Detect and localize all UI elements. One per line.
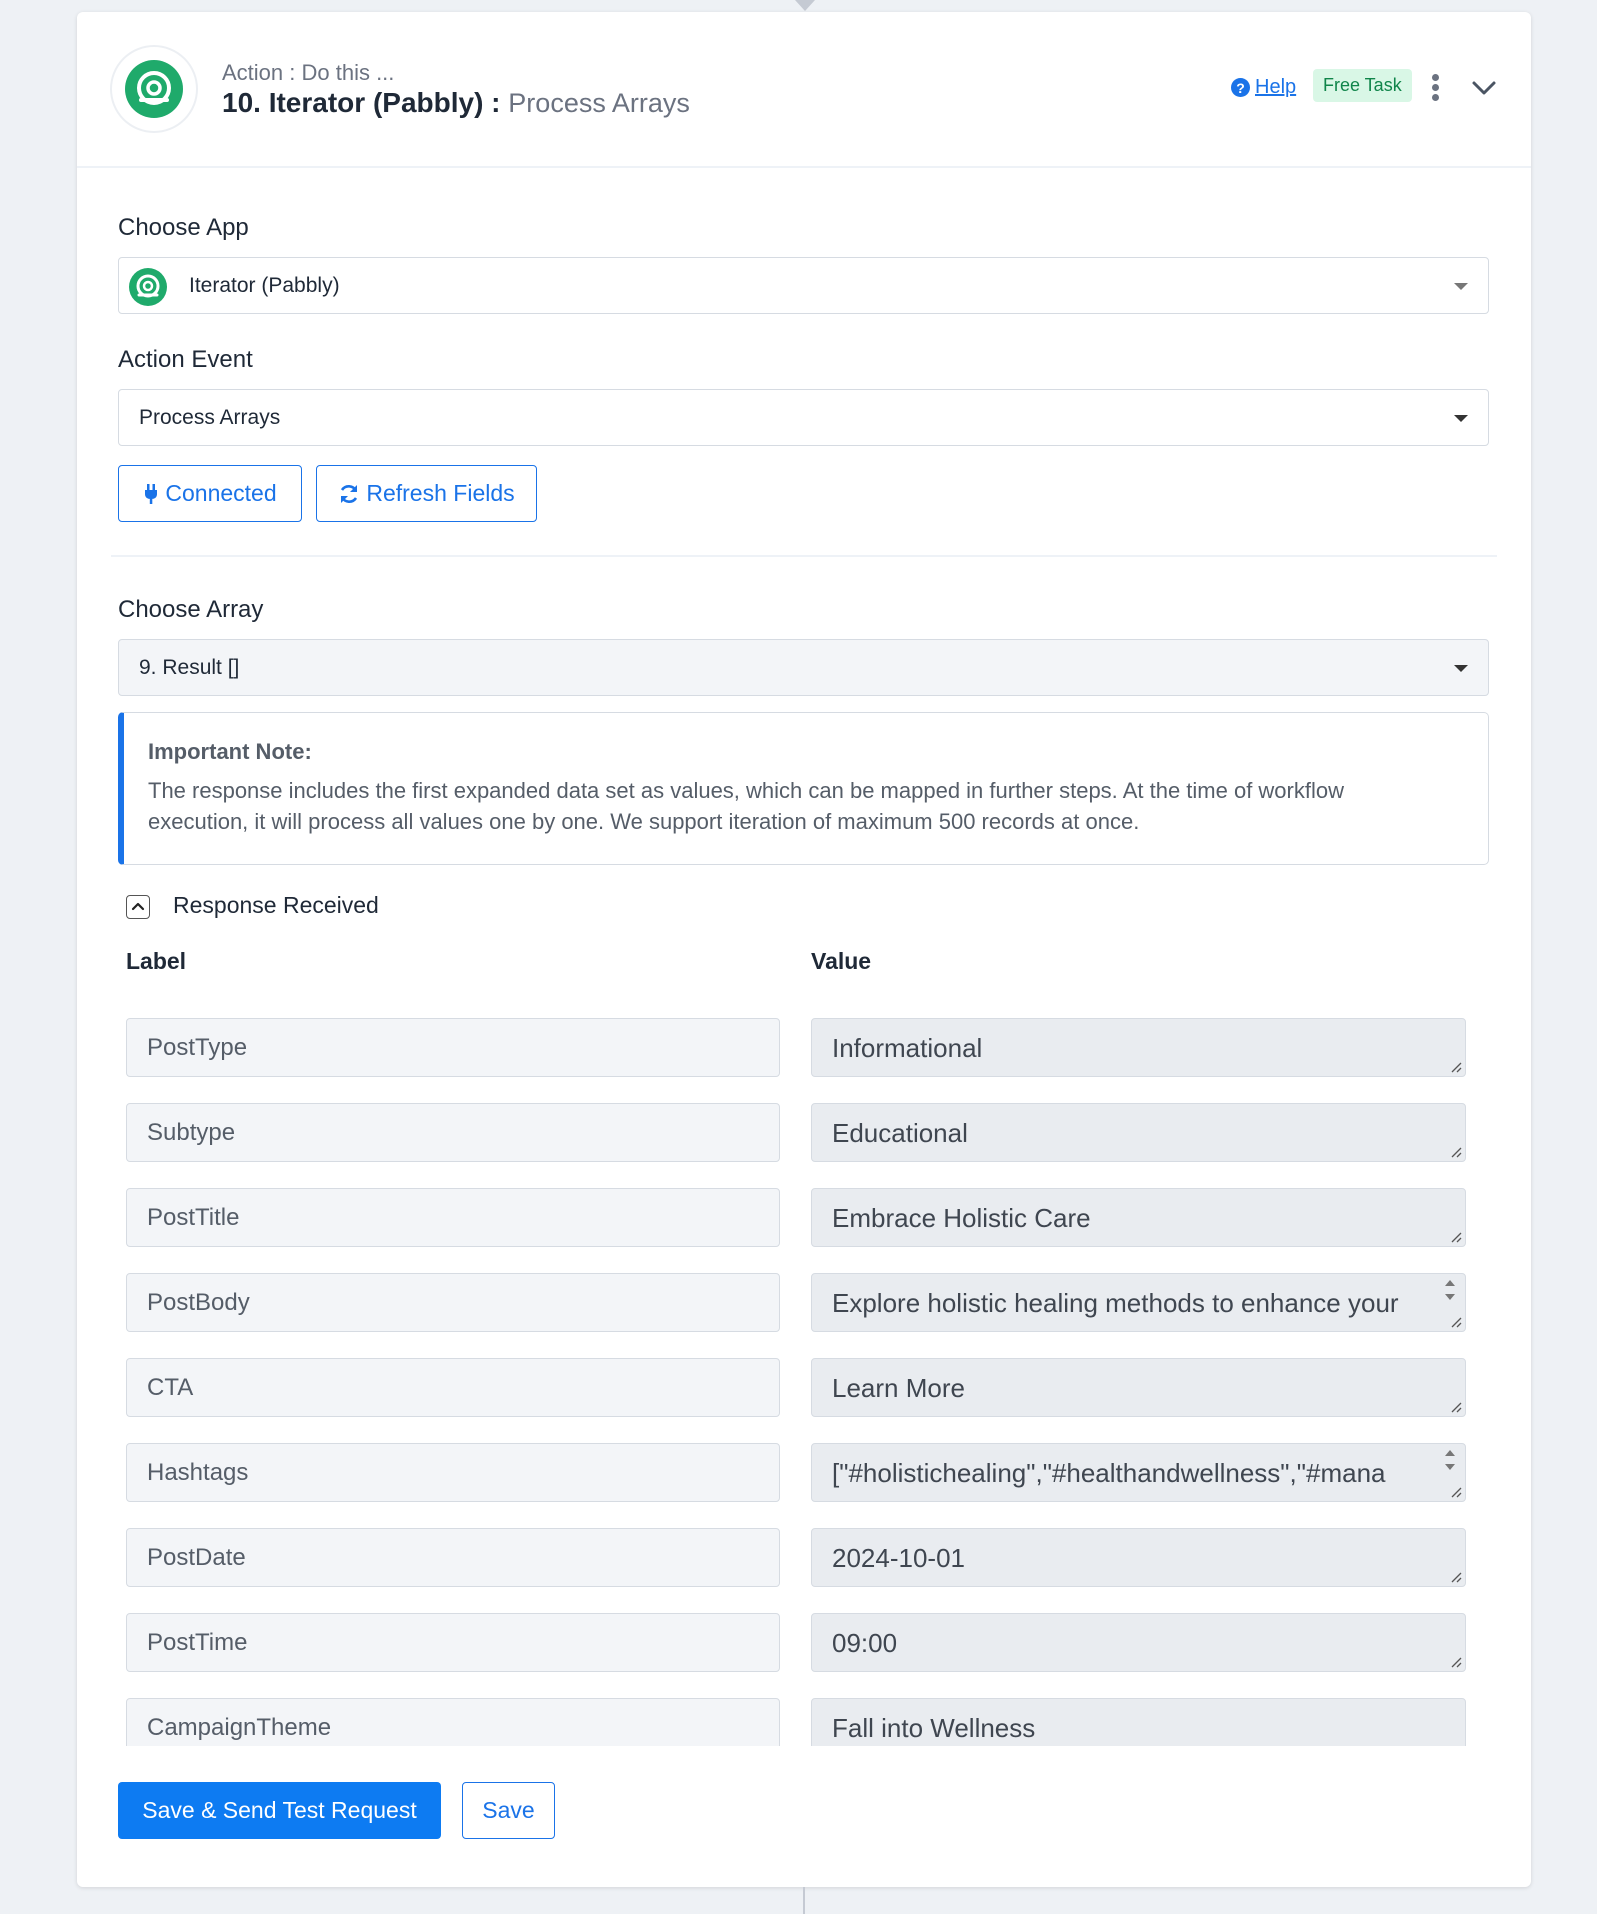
step-title: 10. Iterator (Pabbly) : Process Arrays (222, 87, 690, 119)
save-send-test-button[interactable]: Save & Send Test Request (118, 1782, 441, 1839)
row-value-field[interactable]: Explore holistic healing methods to enha… (811, 1273, 1466, 1332)
iterator-logo-icon (125, 60, 183, 118)
response-row: CampaignTheme Fall into Wellness (111, 1698, 1491, 1746)
row-value-text: Educational (832, 1118, 968, 1148)
row-value-field[interactable]: 2024-10-01 (811, 1528, 1466, 1587)
save-button[interactable]: Save (462, 1782, 555, 1839)
response-row: PostTime 09:00 (111, 1613, 1491, 1673)
scroll-spinner-icon[interactable] (1443, 1277, 1457, 1303)
row-value-text: Learn More (832, 1373, 965, 1403)
response-list: PostType Informational Subtype Education… (111, 1002, 1511, 1746)
response-row: Subtype Educational (111, 1103, 1491, 1163)
value-column-header: Value (811, 948, 872, 974)
response-row: CTA Learn More (111, 1358, 1491, 1418)
iterator-small-logo-icon (129, 268, 167, 306)
row-value-text: ["#holistichealing","#healthandwellness"… (832, 1458, 1386, 1488)
dropdown-caret-icon (1454, 665, 1468, 672)
refresh-fields-label: Refresh Fields (366, 480, 515, 506)
row-label-field[interactable]: PostDate (126, 1528, 780, 1587)
row-value-field[interactable]: Educational (811, 1103, 1466, 1162)
action-event-label: Action Event (118, 346, 253, 373)
row-value-text: 09:00 (832, 1628, 898, 1658)
row-label-field[interactable]: CampaignTheme (126, 1698, 780, 1746)
choose-array-select[interactable]: 9. Result [] (118, 639, 1489, 696)
flow-connector-bottom (803, 1887, 805, 1914)
resize-handle-icon[interactable] (1450, 1231, 1462, 1243)
row-value-text: Embrace Holistic Care (832, 1203, 1091, 1233)
chevron-up-icon (131, 902, 145, 911)
app-logo-ring (110, 45, 198, 133)
resize-handle-icon[interactable] (1450, 1061, 1462, 1073)
plug-icon (145, 483, 158, 504)
help-link[interactable]: ? Help (1231, 76, 1296, 99)
row-label-field[interactable]: PostBody (126, 1273, 780, 1332)
scroll-spinner-icon[interactable] (1443, 1447, 1457, 1473)
resize-handle-icon[interactable] (1450, 1656, 1462, 1668)
more-options-icon[interactable] (1429, 74, 1441, 102)
resize-handle-icon[interactable] (1450, 1401, 1462, 1413)
connected-label: Connected (165, 480, 277, 506)
response-row: PostTitle Embrace Holistic Care (111, 1188, 1491, 1248)
note-title: Important Note: (148, 739, 312, 764)
response-row: PostBody Explore holistic healing method… (111, 1273, 1491, 1333)
row-value-field[interactable]: Embrace Holistic Care (811, 1188, 1466, 1247)
response-collapse-toggle[interactable] (126, 895, 150, 919)
row-value-text: Fall into Wellness (832, 1713, 1036, 1743)
flow-connector-top (795, 0, 815, 11)
collapse-chevron-icon[interactable] (1471, 78, 1497, 98)
choose-app-label: Choose App (118, 214, 249, 241)
row-value-text: Explore holistic healing methods to enha… (832, 1288, 1399, 1318)
label-column-header: Label (126, 948, 187, 974)
row-value-field[interactable]: ["#holistichealing","#healthandwellness"… (811, 1443, 1466, 1502)
question-circle-icon: ? (1231, 78, 1250, 97)
row-value-field[interactable]: Learn More (811, 1358, 1466, 1417)
step-subtitle: Action : Do this ... (222, 60, 395, 85)
row-value-field[interactable]: Informational (811, 1018, 1466, 1077)
row-value-field[interactable]: 09:00 (811, 1613, 1466, 1672)
row-value-field[interactable]: Fall into Wellness (811, 1698, 1466, 1746)
row-label-field[interactable]: Subtype (126, 1103, 780, 1162)
resize-handle-icon[interactable] (1450, 1316, 1462, 1328)
row-label-field[interactable]: PostTitle (126, 1188, 780, 1247)
row-label-field[interactable]: Hashtags (126, 1443, 780, 1502)
resize-handle-icon[interactable] (1450, 1571, 1462, 1583)
choose-array-value: 9. Result [] (139, 656, 240, 679)
refresh-fields-button[interactable]: Refresh Fields (316, 465, 537, 522)
important-note: Important Note: The response includes th… (118, 712, 1489, 865)
section-divider (111, 555, 1497, 557)
connected-button[interactable]: Connected (118, 465, 302, 522)
choose-array-label: Choose Array (118, 596, 264, 623)
note-body: The response includes the first expanded… (148, 778, 1344, 834)
step-title-event: Process Arrays (508, 88, 690, 118)
response-row: PostDate 2024-10-01 (111, 1528, 1491, 1588)
choose-app-select[interactable]: Iterator (Pabbly) (118, 257, 1489, 314)
response-received-title: Response Received (173, 892, 379, 918)
resize-handle-icon[interactable] (1450, 1146, 1462, 1158)
response-row: PostType Informational (111, 1018, 1491, 1078)
row-value-text: 2024-10-01 (832, 1543, 965, 1573)
action-event-select[interactable]: Process Arrays (118, 389, 1489, 446)
row-value-text: Informational (832, 1033, 983, 1063)
choose-app-value: Iterator (Pabbly) (189, 274, 340, 297)
response-row: Hashtags ["#holistichealing","#healthand… (111, 1443, 1491, 1503)
dropdown-caret-icon (1454, 415, 1468, 422)
row-label-field[interactable]: CTA (126, 1358, 780, 1417)
action-event-value: Process Arrays (139, 406, 281, 429)
help-label: Help (1255, 76, 1297, 98)
row-label-field[interactable]: PostType (126, 1018, 780, 1077)
dropdown-caret-icon (1454, 283, 1468, 290)
free-task-badge: Free Task (1313, 69, 1412, 102)
resize-handle-icon[interactable] (1450, 1486, 1462, 1498)
action-step-card: Action : Do this ... 10. Iterator (Pabbl… (77, 12, 1531, 1887)
step-header[interactable]: Action : Do this ... 10. Iterator (Pabbl… (77, 12, 1531, 168)
row-label-field[interactable]: PostTime (126, 1613, 780, 1672)
step-title-main: 10. Iterator (Pabbly) : (222, 87, 501, 118)
refresh-icon (341, 484, 358, 503)
